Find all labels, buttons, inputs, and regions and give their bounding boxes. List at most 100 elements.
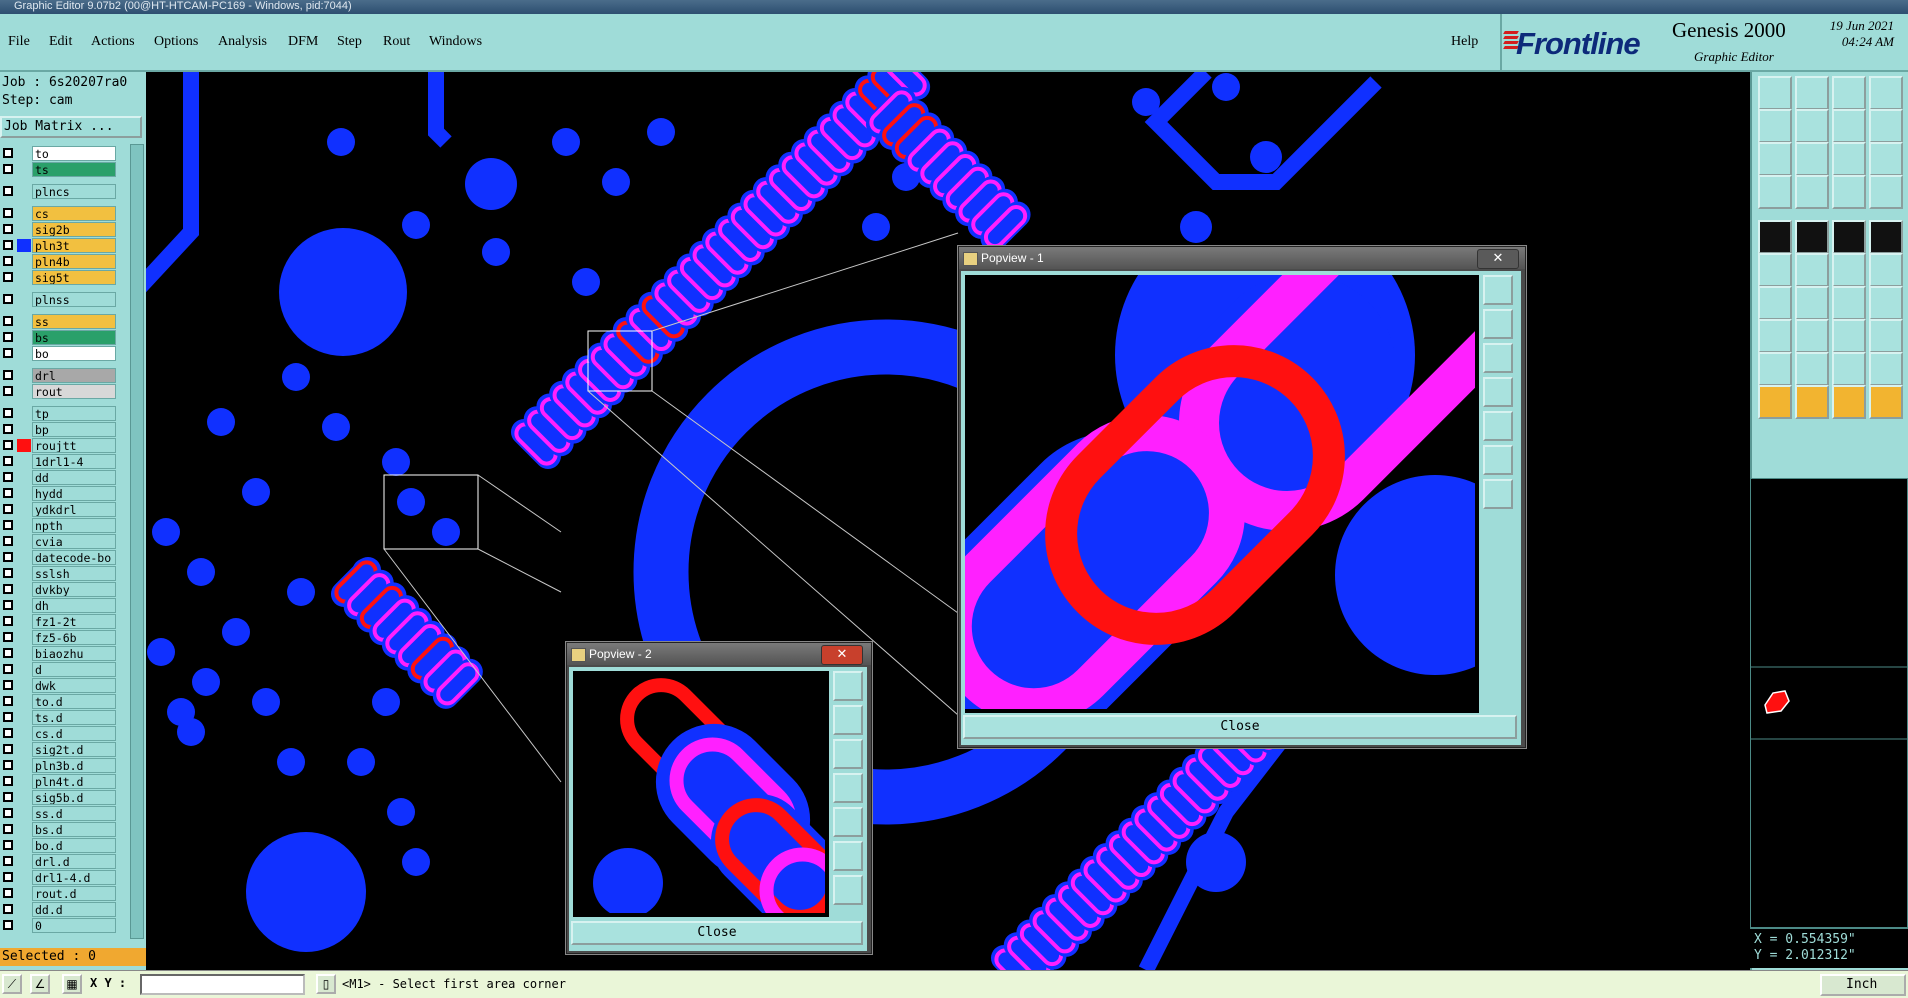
zoom-home-icon[interactable] bbox=[1758, 109, 1792, 143]
layer-name[interactable]: sslsh bbox=[32, 566, 116, 581]
layer-row[interactable]: roujtt bbox=[0, 438, 118, 453]
menu-rout[interactable]: Rout bbox=[383, 34, 410, 50]
layer-row[interactable]: sslsh bbox=[0, 566, 118, 581]
menu-step[interactable]: Step bbox=[337, 34, 362, 50]
layer-row[interactable]: tp bbox=[0, 406, 118, 421]
layer-name[interactable]: datecode-bo bbox=[32, 550, 116, 565]
select-icon[interactable] bbox=[1832, 385, 1866, 419]
menu-analysis[interactable]: Analysis bbox=[218, 34, 267, 50]
layer-row[interactable]: dwk bbox=[0, 678, 118, 693]
layer-checkbox[interactable] bbox=[3, 408, 13, 418]
layer-checkbox[interactable] bbox=[3, 348, 13, 358]
layer-checkbox[interactable] bbox=[3, 272, 13, 282]
layer-row[interactable]: 1drl1-4 bbox=[0, 454, 118, 469]
popview-2-pan-right-icon[interactable] bbox=[833, 807, 863, 837]
popview-2-zoom-fit-icon[interactable] bbox=[833, 671, 863, 701]
layer-checkbox[interactable] bbox=[3, 840, 13, 850]
layer-row[interactable]: plnss bbox=[0, 292, 118, 307]
measure-icon[interactable]: ∠ bbox=[30, 974, 50, 994]
overview-map[interactable] bbox=[1750, 478, 1908, 928]
layer-name[interactable]: to bbox=[32, 146, 116, 161]
zoom-back-icon[interactable] bbox=[1795, 109, 1829, 143]
layer-row[interactable]: bo.d bbox=[0, 838, 118, 853]
layer-checkbox[interactable] bbox=[3, 792, 13, 802]
layer-checkbox[interactable] bbox=[3, 856, 13, 866]
layer-checkbox[interactable] bbox=[3, 186, 13, 196]
layer-checkbox[interactable] bbox=[3, 888, 13, 898]
layer-name[interactable]: drl1-4.d bbox=[32, 870, 116, 885]
layer-checkbox[interactable] bbox=[3, 808, 13, 818]
layer-checkbox[interactable] bbox=[3, 568, 13, 578]
popview-2-zoom-in-icon[interactable] bbox=[833, 841, 863, 871]
layer-row[interactable]: ydkdrl bbox=[0, 502, 118, 517]
menu-windows[interactable]: Windows bbox=[429, 34, 482, 50]
layer-name[interactable]: rout bbox=[32, 384, 116, 399]
layer-checkbox[interactable] bbox=[3, 536, 13, 546]
open-step-icon[interactable] bbox=[1758, 76, 1792, 110]
layer-name[interactable]: cs.d bbox=[32, 726, 116, 741]
measure-icon[interactable] bbox=[1758, 175, 1792, 209]
layer-checkbox[interactable] bbox=[3, 424, 13, 434]
layer-swap-icon[interactable] bbox=[1869, 175, 1903, 209]
popview-2-close-icon[interactable]: ✕ bbox=[821, 645, 863, 665]
layer-name[interactable]: hydd bbox=[32, 486, 116, 501]
cut-icon[interactable] bbox=[1795, 319, 1829, 353]
layer-checkbox[interactable] bbox=[3, 164, 13, 174]
layer-name[interactable]: dd bbox=[32, 470, 116, 485]
layer-checkbox[interactable] bbox=[3, 760, 13, 770]
layer-name[interactable]: pln4t.d bbox=[32, 774, 116, 789]
snap-icon[interactable]: ⟋ bbox=[2, 974, 22, 994]
layer-row[interactable]: datecode-bo bbox=[0, 550, 118, 565]
layer-checkbox[interactable] bbox=[3, 386, 13, 396]
layer-row[interactable]: ss bbox=[0, 314, 118, 329]
layer-checkbox[interactable] bbox=[3, 256, 13, 266]
toggle-icon[interactable]: ▯ bbox=[316, 974, 336, 994]
layer-checkbox[interactable] bbox=[3, 520, 13, 530]
layer-checkbox[interactable] bbox=[3, 472, 13, 482]
layer-checkbox[interactable] bbox=[3, 712, 13, 722]
add-pad-icon[interactable] bbox=[1758, 253, 1792, 287]
pan-icon[interactable] bbox=[1795, 142, 1829, 176]
layer-row[interactable]: bs bbox=[0, 330, 118, 345]
job-matrix-button[interactable]: Job Matrix ... bbox=[0, 116, 142, 138]
select-line-icon[interactable] bbox=[1795, 220, 1829, 254]
layer-row[interactable]: ts.d bbox=[0, 710, 118, 725]
layer-checkbox[interactable] bbox=[3, 332, 13, 342]
layer-checkbox[interactable] bbox=[3, 904, 13, 914]
layer-checkbox[interactable] bbox=[3, 776, 13, 786]
triangle-a-icon[interactable] bbox=[1758, 352, 1792, 386]
layer-name[interactable]: rout.d bbox=[32, 886, 116, 901]
layer-checkbox[interactable] bbox=[3, 872, 13, 882]
popview-1-pan-down-icon[interactable] bbox=[1483, 343, 1513, 373]
layer-row[interactable]: bs.d bbox=[0, 822, 118, 837]
line-icon[interactable] bbox=[1758, 286, 1792, 320]
fit-icon[interactable] bbox=[1758, 142, 1792, 176]
units-selector[interactable]: Inch bbox=[1820, 974, 1906, 996]
layer-checkbox[interactable] bbox=[3, 824, 13, 834]
layer-row[interactable]: pln3t bbox=[0, 238, 118, 253]
layer-checkbox[interactable] bbox=[3, 240, 13, 250]
layer-checkbox[interactable] bbox=[3, 224, 13, 234]
layer-name[interactable]: drl bbox=[32, 368, 116, 383]
layer-checkbox[interactable] bbox=[3, 632, 13, 642]
layer-name[interactable]: ydkdrl bbox=[32, 502, 116, 517]
layer-row[interactable]: plncs bbox=[0, 184, 118, 199]
layer-name[interactable]: dd.d bbox=[32, 902, 116, 917]
layer-checkbox[interactable] bbox=[3, 616, 13, 626]
layer-name[interactable]: fz5-6b bbox=[32, 630, 116, 645]
layer-name[interactable]: drl.d bbox=[32, 854, 116, 869]
popview-1-pan-up-icon[interactable] bbox=[1483, 309, 1513, 339]
layer-row[interactable]: drl1-4.d bbox=[0, 870, 118, 885]
layer-name[interactable]: sig2b bbox=[32, 222, 116, 237]
layer-checkbox[interactable] bbox=[3, 440, 13, 450]
layer-name[interactable]: bs.d bbox=[32, 822, 116, 837]
layer-checkbox[interactable] bbox=[3, 148, 13, 158]
layer-row[interactable]: ts bbox=[0, 162, 118, 177]
layer-row[interactable]: drl.d bbox=[0, 854, 118, 869]
layer-name[interactable]: roujtt bbox=[32, 438, 116, 453]
popview-2-close-button[interactable]: Close bbox=[571, 921, 863, 945]
menu-options[interactable]: Options bbox=[154, 34, 198, 50]
popview-1-titlebar[interactable]: Popview - 1 bbox=[959, 247, 1525, 269]
xy-input[interactable] bbox=[140, 974, 305, 995]
layer-row[interactable]: bo bbox=[0, 346, 118, 361]
